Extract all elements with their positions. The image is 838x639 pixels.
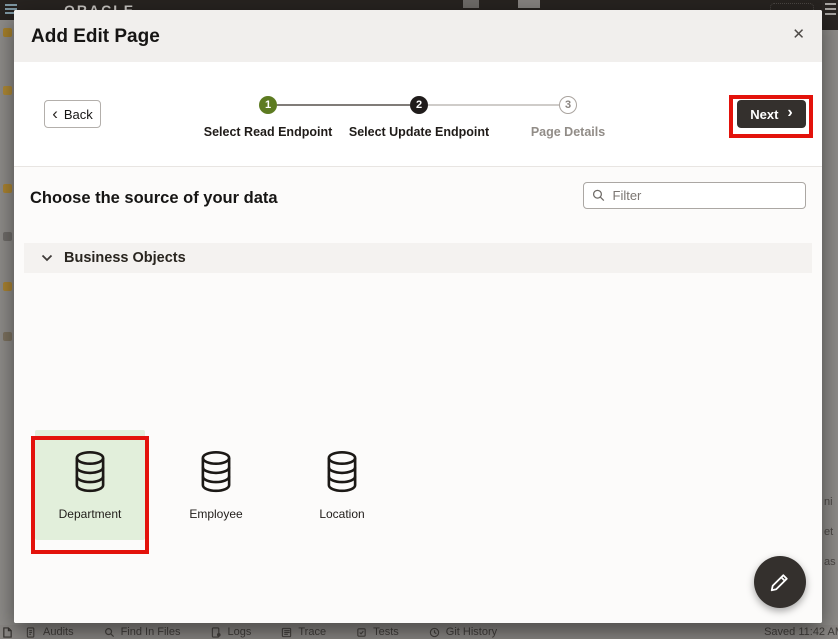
tile-location[interactable]: Location [287,430,397,540]
step-connector-1-2 [277,104,410,106]
dialog-content: Choose the source of your data Business … [14,166,822,623]
footer-item-label: Git History [446,626,497,638]
step-3-indicator[interactable]: 3 [559,96,577,114]
step-1-label: Select Read Endpoint [204,125,333,139]
footer-item-label: Audits [43,626,74,638]
footer-item-label: Find In Files [121,626,181,638]
tile-department[interactable]: Department [35,430,145,540]
footer-item-git-history[interactable]: Git History [429,626,497,638]
section-label: Business Objects [64,250,186,266]
footer-item-trace[interactable]: Trace [281,626,326,638]
audit-report-icon [2,627,13,638]
next-button-label: Next [750,107,778,122]
step-number: 3 [565,99,571,111]
find-in-files-icon [104,627,115,638]
right-panel-menu-icon [822,0,838,30]
trace-icon [281,627,292,638]
footer-item-audits[interactable]: Audits [26,626,74,638]
tile-label: Department [59,507,122,521]
sidebar-icon [3,86,12,95]
background-text-fragment: as [824,556,838,568]
git-history-icon [429,627,440,638]
database-icon [195,449,237,495]
step-connector-2-3 [428,104,559,106]
chevron-left-icon: ‹ [52,105,58,122]
back-button-label: Back [64,107,93,122]
audits-icon [26,627,37,638]
add-edit-page-dialog: Add Edit Page ✕ ‹ Back 1 2 3 Select Read… [14,10,822,623]
section-business-objects[interactable]: Business Objects [24,243,812,273]
footer-item-tests[interactable]: Tests [356,626,399,638]
status-footer: Audits Find In Files Logs Trace Tests Gi… [0,625,838,639]
wizard-train: ‹ Back 1 2 3 Select Read Endpoint Select… [14,62,822,166]
topbar-tab-stub [518,0,540,8]
edit-fab-button[interactable] [754,556,806,608]
sidebar-icon [3,332,12,341]
footer-item-label: Trace [298,626,326,638]
step-1-indicator[interactable]: 1 [259,96,277,114]
footer-item-label: Logs [228,626,252,638]
tests-icon [356,627,367,638]
logs-icon [211,627,222,638]
background-text-fragment: ni [824,496,838,508]
back-button[interactable]: ‹ Back [44,100,101,128]
topbar-tab-stub [463,0,479,8]
footer-item-label: Tests [373,626,399,638]
footer-item-logs[interactable]: Logs [211,626,252,638]
filter-input[interactable] [613,188,798,203]
dialog-header: Add Edit Page ✕ [14,10,822,62]
search-icon [592,188,606,203]
database-icon [69,449,111,495]
chevron-down-icon [41,254,53,262]
chevron-right-icon: › [787,105,792,121]
next-button[interactable]: Next › [737,100,806,128]
screen: ORACLE ni et as Audits Find In Files Log… [0,0,838,639]
step-number: 2 [416,99,422,111]
step-3-label: Page Details [531,125,605,139]
filter-field [583,182,806,209]
tile-label: Employee [189,507,242,521]
database-icon [321,449,363,495]
tile-label: Location [319,507,364,521]
sidebar-icon [3,184,12,193]
content-heading: Choose the source of your data [30,189,278,208]
sidebar-icon [3,28,12,37]
background-text-fragment: et [824,526,838,538]
footer-item-find-in-files[interactable]: Find In Files [104,626,181,638]
step-2-indicator[interactable]: 2 [410,96,428,114]
sidebar-icon [3,282,12,291]
dialog-title: Add Edit Page [31,26,160,48]
sidebar-icon [3,232,12,241]
saved-status: Saved 11:42 AM [764,626,838,638]
step-number: 1 [265,99,271,111]
pencil-icon [768,570,792,594]
tile-employee[interactable]: Employee [161,430,271,540]
close-icon[interactable]: ✕ [792,27,805,42]
step-2-label: Select Update Endpoint [349,125,489,139]
